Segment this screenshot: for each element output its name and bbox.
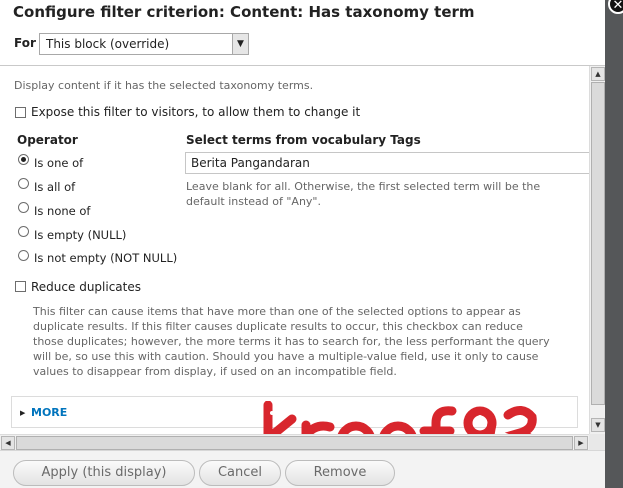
operator-label-none-of[interactable]: Is none of [34,204,90,218]
for-select-value: This block (override) [46,37,170,51]
description-line: those duplicates; however, the more term… [33,335,550,348]
terms-input[interactable]: Berita Pangandaran [185,152,589,174]
chevron-down-icon[interactable]: ▼ [232,34,248,54]
dialog-footer: Apply (this display) Cancel Remove [0,450,605,488]
dialog-title: Configure filter criterion: Content: Has… [13,3,475,21]
background-overlay [605,0,623,488]
cancel-button[interactable]: Cancel [199,460,281,486]
filter-settings-panel: Display content if it has the selected t… [0,65,605,450]
for-label: For [14,36,36,50]
terms-heading: Select terms from vocabulary Tags [186,133,421,147]
horizontal-scrollbar[interactable]: ◀ ▶ [0,434,589,450]
scroll-left-icon[interactable]: ◀ [1,436,15,450]
reduce-duplicates-checkbox[interactable] [15,281,26,292]
operator-heading: Operator [17,133,78,147]
for-select[interactable]: This block (override) ▼ [39,33,249,55]
scroll-up-icon[interactable]: ▲ [591,67,605,81]
vertical-scroll-thumb[interactable] [591,82,605,405]
terms-input-value: Berita Pangandaran [191,156,310,170]
triangle-right-icon[interactable]: ▶ [20,409,25,417]
scroll-down-icon[interactable]: ▼ [591,418,605,432]
description-line: values to disappear from display, if use… [33,365,397,378]
description-line: This filter can cause items that have mo… [33,305,521,318]
description-line: duplicate results. If this filter causes… [33,320,523,333]
expose-checkbox[interactable] [15,107,26,118]
reduce-duplicates-label[interactable]: Reduce duplicates [31,280,141,294]
watermark-logo: kroof93 [263,401,537,434]
radio-is-empty[interactable] [18,226,29,237]
scroll-right-icon[interactable]: ▶ [574,436,588,450]
remove-button[interactable]: Remove [285,460,395,486]
vertical-scrollbar[interactable]: ▲ ▼ [589,66,605,434]
operator-label-all-of[interactable]: Is all of [34,180,75,194]
radio-is-one-of[interactable] [18,154,29,165]
description-line: will be, so use this with caution. Shoul… [33,350,539,363]
more-link[interactable]: MORE [31,406,67,419]
operator-label-one-of[interactable]: Is one of [34,156,83,170]
horizontal-scroll-thumb[interactable] [16,436,573,450]
filter-dialog: Configure filter criterion: Content: Has… [0,0,605,488]
radio-is-none-of[interactable] [18,202,29,213]
operator-label-empty[interactable]: Is empty (NULL) [34,228,126,242]
radio-is-not-empty[interactable] [18,250,29,261]
intro-text: Display content if it has the selected t… [14,79,314,92]
scroll-corner [589,434,605,450]
radio-is-all-of[interactable] [18,178,29,189]
expose-label[interactable]: Expose this filter to visitors, to allow… [31,105,360,119]
apply-button[interactable]: Apply (this display) [13,460,195,486]
terms-help-line: Leave blank for all. Otherwise, the firs… [186,180,541,193]
terms-help-line: default instead of "Any". [186,195,321,208]
scroll-area: Display content if it has the selected t… [0,66,589,434]
reduce-duplicates-description: This filter can cause items that have mo… [33,304,550,379]
terms-help: Leave blank for all. Otherwise, the firs… [186,179,540,209]
operator-label-not-empty[interactable]: Is not empty (NOT NULL) [34,251,177,265]
